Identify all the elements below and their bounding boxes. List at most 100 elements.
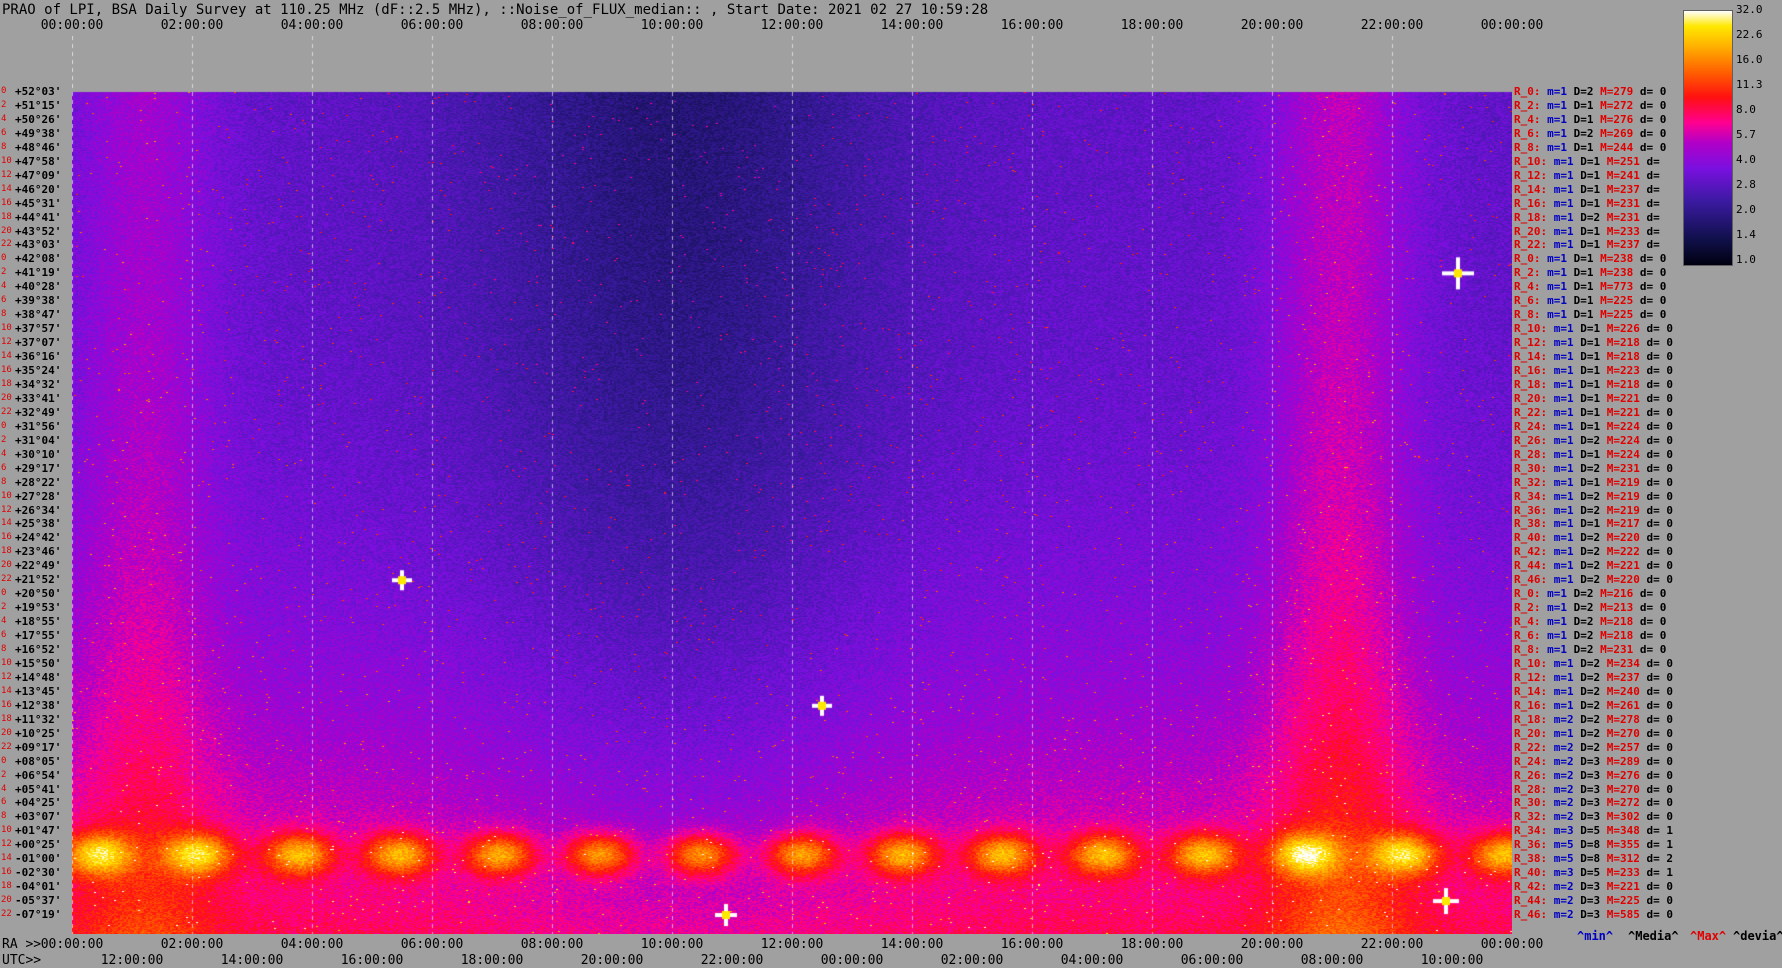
row-stat-D: D=2 bbox=[1573, 629, 1601, 643]
row-stat: R_10: m=1 D=1 M=251 d= bbox=[1514, 156, 1660, 167]
row-stat-D: D=1 bbox=[1580, 168, 1607, 182]
top-axis-tick: 22:00:00 bbox=[1360, 18, 1424, 33]
row-stat-name: R_42: bbox=[1514, 880, 1554, 894]
row-stat-d: d= 0 bbox=[1646, 545, 1674, 559]
row-stat-M: M=278 bbox=[1606, 712, 1647, 726]
row-stat-D: D=1 bbox=[1573, 280, 1601, 294]
row-stat-m: m=1 bbox=[1553, 154, 1581, 168]
row-stat-d: d= 0 bbox=[1646, 684, 1674, 698]
declination-label: +17°55' bbox=[15, 629, 62, 643]
declination-label: +23°46' bbox=[15, 545, 62, 559]
declination-label: +00°25' bbox=[15, 838, 62, 852]
row-stat-name: R_42: bbox=[1514, 545, 1554, 559]
row-stat-m: m=2 bbox=[1553, 908, 1581, 922]
row-stat-D: D=2 bbox=[1580, 489, 1607, 503]
row-stat-M: M=773 bbox=[1600, 280, 1640, 294]
utc-axis-tick: 22:00:00 bbox=[700, 953, 764, 968]
row-stat-name: R_18: bbox=[1514, 712, 1554, 726]
declination-label: +43°03' bbox=[15, 238, 62, 252]
declination-label: +29°17' bbox=[15, 461, 62, 475]
row-index: 14 bbox=[1, 685, 12, 696]
row-stat: R_32: m=2 D=3 M=302 d= 0 bbox=[1514, 811, 1673, 822]
row-stat-name: R_20: bbox=[1514, 224, 1554, 238]
colorbar-tick: 16.0 bbox=[1736, 53, 1763, 66]
colorbar-tick: 11.3 bbox=[1736, 78, 1763, 91]
row-stat-m: m=2 bbox=[1553, 768, 1581, 782]
row-index: 18 bbox=[1, 211, 12, 222]
colorbar-tick: 2.8 bbox=[1736, 178, 1756, 191]
declination-label: -07°19' bbox=[15, 908, 62, 922]
utc-axis-tick: 08:00:00 bbox=[1300, 953, 1364, 968]
row-stat-M: M=225 bbox=[1606, 894, 1647, 908]
row-stat-m: m=1 bbox=[1553, 475, 1581, 489]
row-stat-m: m=1 bbox=[1553, 350, 1581, 364]
row-stat-name: R_46: bbox=[1514, 908, 1554, 922]
row-stat-M: M=233 bbox=[1606, 224, 1647, 238]
row-stat-name: R_26: bbox=[1514, 768, 1554, 782]
row-stat: R_44: m=2 D=3 M=225 d= 0 bbox=[1514, 895, 1673, 906]
row-stat-D: D=1 bbox=[1580, 196, 1607, 210]
row-stat-M: M=219 bbox=[1606, 503, 1647, 517]
row-stat-d: d= 0 bbox=[1646, 768, 1674, 782]
legend-devia: ^devia^ bbox=[1733, 929, 1782, 943]
row-stat-M: M=224 bbox=[1606, 419, 1647, 433]
row-stat-m: m=1 bbox=[1553, 531, 1581, 545]
row-stat-name: R_0: bbox=[1514, 85, 1548, 98]
ra-axis-tick: 16:00:00 bbox=[1000, 937, 1064, 952]
declination-label: +49°38' bbox=[15, 126, 62, 140]
legend-min: ^min^ bbox=[1577, 929, 1614, 943]
utc-axis-tick: 12:00:00 bbox=[100, 953, 164, 968]
row-stat-name: R_28: bbox=[1514, 447, 1554, 461]
row-stat-name: R_4: bbox=[1514, 280, 1548, 294]
row-stat-m: m=1 bbox=[1553, 196, 1581, 210]
row-stat-name: R_40: bbox=[1514, 531, 1554, 545]
row-stat-M: M=222 bbox=[1606, 545, 1647, 559]
utc-axis-prefix: UTC>> bbox=[2, 953, 42, 968]
declination-label: -01°00' bbox=[15, 852, 62, 866]
row-index: 4 bbox=[1, 113, 7, 124]
declination-label: +31°04' bbox=[15, 433, 62, 447]
row-stat-M: M=585 bbox=[1606, 908, 1647, 922]
legend-max: ^Max^ bbox=[1690, 929, 1727, 943]
row-stat-M: M=223 bbox=[1606, 364, 1647, 377]
declination-label: +46°20' bbox=[15, 182, 62, 196]
row-index: 8 bbox=[1, 644, 7, 654]
row-index: 12 bbox=[1, 504, 12, 515]
row-stat-name: R_40: bbox=[1514, 866, 1554, 880]
colorbar-tick: 5.7 bbox=[1736, 128, 1756, 141]
row-index: 2 bbox=[1, 434, 7, 445]
row-stat-m: m=1 bbox=[1547, 140, 1574, 154]
colorbar-tick: 8.0 bbox=[1736, 103, 1756, 116]
row-stat-d: d= 0 bbox=[1646, 573, 1674, 587]
row-stat-d: d= 0 bbox=[1646, 447, 1674, 461]
ra-axis-tick: 12:00:00 bbox=[760, 937, 824, 952]
declination-label: +03°07' bbox=[15, 810, 62, 824]
row-stat: R_2: m=1 D=2 M=213 d= 0 bbox=[1514, 602, 1666, 613]
row-stat: R_4: m=1 D=1 M=276 d= 0 bbox=[1514, 114, 1666, 125]
row-index: 0 bbox=[1, 588, 7, 599]
row-index: 10 bbox=[1, 155, 12, 166]
row-stat-m: m=5 bbox=[1553, 852, 1581, 866]
top-axis-tick: 12:00:00 bbox=[760, 18, 824, 33]
row-stat-D: D=2 bbox=[1580, 559, 1607, 573]
row-stat-m: m=1 bbox=[1553, 377, 1581, 391]
colorbar-tick: 1.4 bbox=[1736, 228, 1756, 241]
declination-label: +26°34' bbox=[15, 503, 62, 517]
row-stat: R_18: m=2 D=2 M=278 d= 0 bbox=[1514, 714, 1673, 725]
row-stat-name: R_36: bbox=[1514, 838, 1554, 852]
declination-label: +16°52' bbox=[15, 643, 62, 656]
row-index: 6 bbox=[1, 127, 7, 138]
row-index: 10 bbox=[1, 323, 12, 334]
row-stat-D: D=2 bbox=[1580, 433, 1607, 447]
row-stat-M: M=348 bbox=[1606, 824, 1647, 838]
row-stat-d: d= 2 bbox=[1646, 852, 1674, 866]
row-stat: R_4: m=1 D=1 M=773 d= 0 bbox=[1514, 281, 1666, 292]
declination-label: +01°47' bbox=[15, 824, 62, 838]
row-index: 6 bbox=[1, 295, 7, 306]
row-stat-D: D=3 bbox=[1580, 796, 1607, 810]
row-stat-M: M=225 bbox=[1600, 294, 1640, 308]
row-stat-m: m=1 bbox=[1553, 489, 1581, 503]
row-index: 12 bbox=[1, 671, 12, 682]
row-index: 22 bbox=[1, 909, 12, 920]
row-stat-D: D=1 bbox=[1573, 112, 1601, 126]
